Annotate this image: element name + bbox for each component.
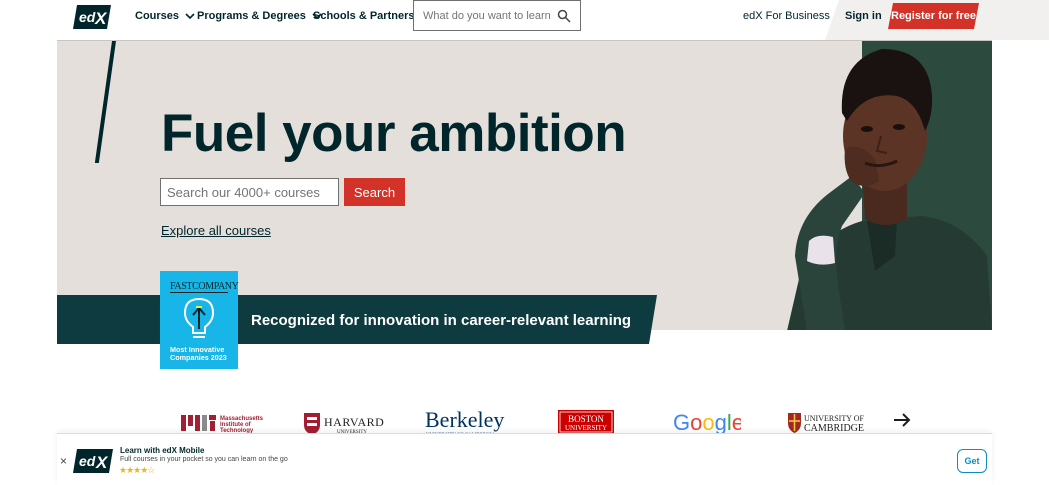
hero-search-box — [160, 178, 339, 206]
google-name: Google — [673, 410, 741, 435]
badge-caption: Most Innovative Companies 2023 — [170, 346, 227, 362]
logos-next-button[interactable] — [888, 406, 916, 434]
hero-slash-decoration — [94, 41, 116, 163]
recognition-text: Recognized for innovation in career-rele… — [251, 312, 632, 329]
close-icon[interactable]: × — [60, 454, 67, 468]
svg-text:ed: ed — [79, 9, 96, 25]
hero-search-input[interactable] — [167, 184, 332, 200]
get-app-button[interactable]: Get — [957, 449, 987, 473]
rating-stars: ★★★★☆ — [119, 465, 155, 475]
nav-schools-partners[interactable]: Schools & Partners — [313, 10, 414, 22]
arrow-right-icon — [894, 413, 911, 427]
boston-subtitle: UNIVERSITY — [565, 424, 607, 432]
boston-logo: BOSTON UNIVERSITY — [558, 410, 614, 434]
header-search-input[interactable] — [423, 9, 551, 22]
fast-company-badge: FASTCOMPANY Most Innovative Companies 20… — [160, 271, 239, 369]
hero-title: Fuel your ambition — [161, 104, 627, 163]
nav-courses[interactable]: Courses — [135, 10, 195, 22]
hero-person-image — [787, 49, 992, 330]
chevron-down-icon — [185, 13, 195, 20]
register-button[interactable]: Register for free — [888, 3, 979, 29]
berkeley-name: Berkeley — [425, 407, 504, 432]
harvard-name: HARVARD — [324, 415, 384, 429]
signin-link[interactable]: Sign in — [845, 10, 882, 22]
svg-text:X: X — [95, 453, 109, 472]
nav-programs-degrees[interactable]: Programs & Degrees — [197, 10, 322, 22]
svg-text:X: X — [94, 9, 108, 28]
edx-logo[interactable]: ed X — [73, 5, 111, 29]
nav-programs-label: Programs & Degrees — [197, 10, 306, 22]
edx-for-business-link[interactable]: edX For Business — [743, 10, 830, 22]
nav-schools-label: Schools & Partners — [313, 10, 415, 22]
badge-divider — [170, 292, 228, 293]
lightbulb-icon — [183, 297, 215, 338]
nav-courses-label: Courses — [135, 10, 180, 22]
header-search-box — [413, 0, 581, 31]
mobile-app-banner: × ed X Learn with edX Mobile Full course… — [57, 433, 992, 485]
edx-app-logo: ed X — [73, 449, 113, 473]
boston-name: BOSTON — [568, 414, 604, 424]
badge-brand: FASTCOMPANY — [170, 281, 239, 292]
hero-search-button[interactable]: Search — [344, 178, 405, 206]
edx-homepage: ed X Courses Programs & Degrees Schools … — [0, 0, 1050, 485]
banner-subtitle: Full courses in your pocket so you can l… — [120, 456, 288, 463]
svg-text:ed: ed — [79, 453, 96, 469]
cambridge-line1: UNIVERSITY OF — [804, 414, 864, 423]
explore-all-courses-link[interactable]: Explore all courses — [161, 223, 271, 238]
banner-title: Learn with edX Mobile — [120, 446, 205, 455]
badge-caption-line2: Companies 2023 — [170, 353, 227, 362]
search-icon[interactable] — [557, 9, 571, 23]
